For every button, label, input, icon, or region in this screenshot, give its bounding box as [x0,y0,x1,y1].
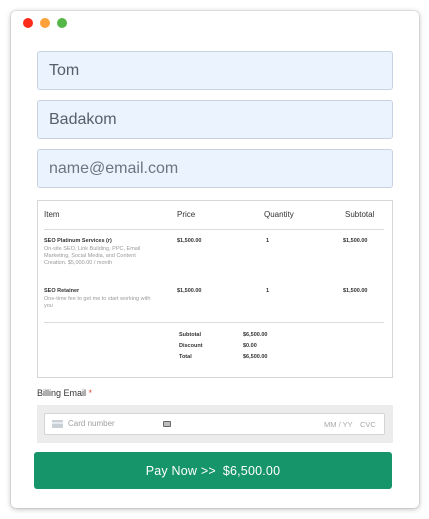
invoice-table: Item Price Quantity Subtotal SEO Platinu… [37,200,393,378]
required-marker: * [88,388,93,398]
column-header-subtotal: Subtotal [345,210,375,219]
pay-now-amount: $6,500.00 [222,463,281,478]
billing-email-label: Billing Email * [37,388,92,398]
first-name-input[interactable] [37,51,393,90]
line-item-description: One-time fee to get me to start working … [44,296,151,309]
card-expiry-field[interactable]: MM / YY [324,420,353,429]
column-header-item: Item [44,210,60,219]
line-item-name: SEO Platinum Services (r) [44,238,112,244]
line-item-subtotal: $1,500.00 [343,238,368,244]
credit-card-icon [52,420,63,428]
total-label: Total [179,354,192,360]
line-item-quantity: 1 [266,238,270,244]
card-input-container: Card number MM / YY CVC [37,405,393,443]
close-window-button[interactable] [23,18,33,28]
card-cvc-field[interactable]: CVC [360,420,376,429]
minimize-window-button[interactable] [40,18,50,28]
line-item-price: $1,500.00 [177,288,202,294]
card-number-field[interactable]: Card number [68,419,115,428]
line-item-quantity: 1 [266,288,270,294]
line-item-name: SEO Retainer [44,288,80,294]
subtotal-label: Subtotal [179,332,201,338]
discount-label: Discount [179,343,203,349]
totals-divider [44,322,384,323]
window-controls [23,18,67,28]
pay-now-button[interactable]: Pay Now >> $6,500.00 [34,452,392,489]
line-item-subtotal: $1,500.00 [343,288,368,294]
header-divider [44,229,384,230]
pay-now-label: Pay Now >> [145,463,216,478]
line-item-price: $1,500.00 [177,238,202,244]
invoice-header-row: Item Price Quantity Subtotal [38,210,392,222]
column-header-price: Price [177,210,196,219]
billing-email-label-text: Billing Email [37,388,87,398]
discount-value: $0.00 [243,343,257,349]
last-name-input[interactable] [37,100,393,139]
card-input[interactable]: Card number MM / YY CVC [44,413,385,435]
autofill-card-icon[interactable] [163,421,171,427]
subtotal-value: $6,500.00 [243,332,268,338]
email-input[interactable] [37,149,393,188]
total-value: $6,500.00 [243,354,268,360]
line-item-description: On-site SEO, Link Building, PPC, Email M… [44,246,141,266]
maximize-window-button[interactable] [57,18,67,28]
checkout-window: Item Price Quantity Subtotal SEO Platinu… [11,11,419,508]
column-header-quantity: Quantity [264,210,294,219]
